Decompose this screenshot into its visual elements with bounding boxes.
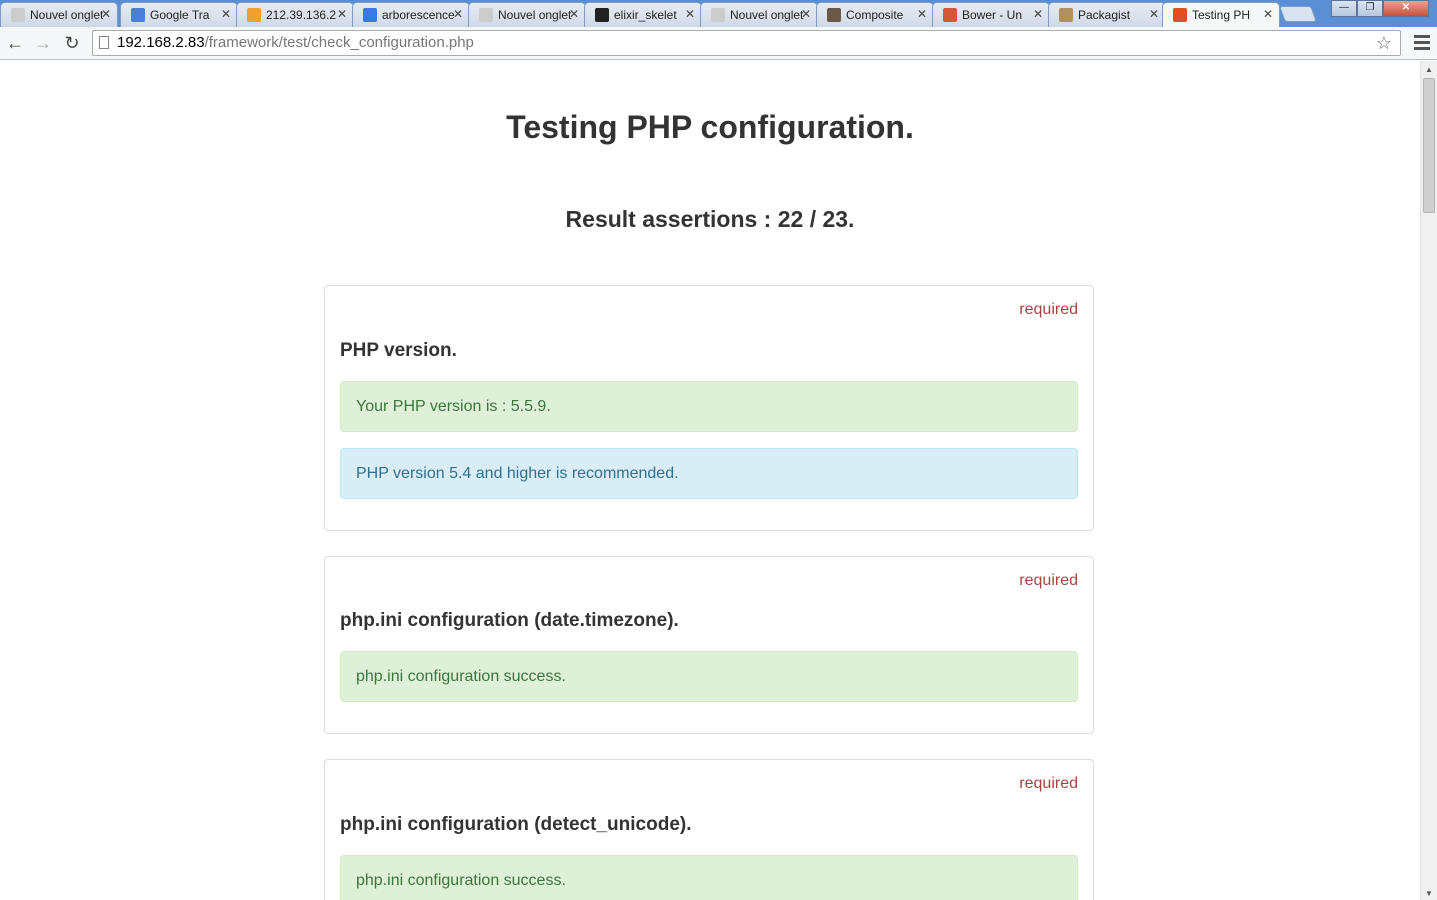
scroll-up-icon[interactable]: ▲ [1425,65,1433,74]
tab-close-icon[interactable]: ✕ [1263,7,1273,21]
maximize-button[interactable]: ❐ [1357,0,1383,17]
bower-icon [943,8,957,22]
phpmyadmin-icon [247,8,261,22]
page-viewport: Testing PHP configuration. Result assert… [0,61,1420,900]
browser-tab[interactable]: Packagist ✕ [1048,2,1166,27]
check-heading: php.ini configuration (detect_unicode). [340,814,692,835]
browser-tab[interactable]: Nouvel onglet ✕ [0,2,118,27]
composer-icon [827,8,841,22]
browser-tab[interactable]: arborescence ✕ [352,2,470,27]
browser-tab[interactable]: Google Tra ✕ [120,2,238,27]
required-label: required [1019,572,1078,589]
success-alert: Your PHP version is : 5.5.9. [340,381,1078,432]
tab-close-icon[interactable]: ✕ [1033,7,1043,21]
window-controls: — ❐ ✕ [1331,0,1429,17]
packagist-icon [1059,8,1073,22]
browser-tab[interactable]: Bower - Un ✕ [932,2,1050,27]
google-translate-icon [131,8,145,22]
check-card-date-timezone: required php.ini configuration (date.tim… [324,556,1094,734]
page-title: Testing PHP configuration. [506,109,914,145]
forward-button[interactable]: → [32,32,54,54]
required-label: required [1019,775,1078,792]
blank-icon [711,8,725,22]
page-icon [1173,8,1187,22]
tab-close-icon[interactable]: ✕ [1149,7,1159,21]
tab-close-icon[interactable]: ✕ [453,7,463,21]
tab-close-icon[interactable]: ✕ [569,7,579,21]
new-tab-button[interactable] [1279,6,1317,22]
url-host: 192.168.2.83 [117,34,205,51]
check-heading: php.ini configuration (date.timezone). [340,610,679,631]
success-alert: php.ini configuration success. [340,855,1078,900]
close-window-button[interactable]: ✕ [1383,0,1429,17]
browser-toolbar: ← → ↻ 192.168.2.83/framework/test/check_… [0,27,1437,60]
tab-close-icon[interactable]: ✕ [685,7,695,21]
page-icon [99,36,109,49]
scroll-down-icon[interactable]: ▼ [1425,889,1433,898]
browser-tab[interactable]: Composite ✕ [816,2,934,27]
blank-icon [479,8,493,22]
tab-close-icon[interactable]: ✕ [917,7,927,21]
result-assertions: Result assertions : 22 / 23. [565,206,855,232]
tab-close-icon[interactable]: ✕ [101,7,111,21]
blank-icon [11,8,25,22]
check-card-php-version: required PHP version. Your PHP version i… [324,285,1094,531]
scroll-thumb[interactable] [1423,78,1435,213]
url-path: /framework/test/check_configuration.php [204,34,474,51]
check-heading: PHP version. [340,340,457,361]
tab-close-icon[interactable]: ✕ [801,7,811,21]
tab-strip: Nouvel onglet ✕ Google Tra ✕ 212.39.136.2 ✕ ar… [0,0,1437,27]
menu-icon[interactable] [1413,32,1431,54]
minimize-button[interactable]: — [1331,0,1357,17]
success-alert: php.ini configuration success. [340,651,1078,702]
browser-tab[interactable]: 212.39.136.2 ✕ [236,2,354,27]
back-button[interactable]: ← [4,32,26,54]
github-icon [595,8,609,22]
required-label: required [1019,301,1078,318]
google-icon [363,8,377,22]
browser-tab[interactable]: Nouvel onglet ✕ [468,2,586,27]
tab-close-icon[interactable]: ✕ [221,7,231,21]
browser-tab[interactable]: Testing PH ✕ [1162,2,1280,27]
vertical-scrollbar[interactable]: ▲ ▼ [1420,61,1437,900]
browser-tab[interactable]: Nouvel onglet ✕ [700,2,818,27]
browser-tab[interactable]: elixir_skelet ✕ [584,2,702,27]
info-alert: PHP version 5.4 and higher is recommende… [340,448,1078,499]
bookmark-star-icon[interactable]: ☆ [1376,31,1392,55]
reload-button[interactable]: ↻ [61,32,83,54]
tab-close-icon[interactable]: ✕ [337,7,347,21]
check-card-detect-unicode: required php.ini configuration (detect_u… [324,759,1094,900]
address-bar[interactable]: 192.168.2.83/framework/test/check_config… [92,30,1401,56]
